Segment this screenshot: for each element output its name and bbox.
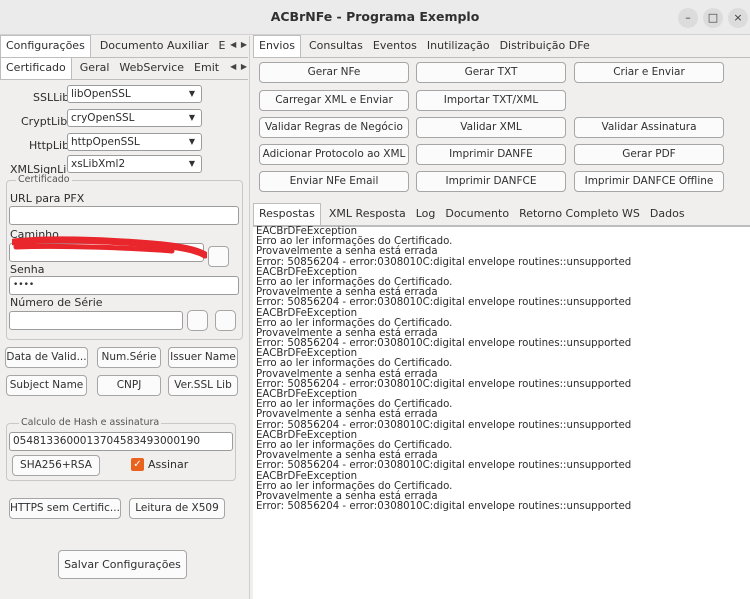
cryptlib-value: cryOpenSSL <box>71 112 135 124</box>
chevron-down-icon: ▼ <box>188 89 195 98</box>
httplib-value: httpOpenSSL <box>71 136 140 148</box>
criar-enviar-button[interactable]: Criar e Enviar <box>574 62 724 83</box>
minimize-button[interactable]: – <box>678 8 698 28</box>
ssllib-select[interactable]: libOpenSSL ▼ <box>67 85 202 103</box>
url-pfx-input[interactable] <box>9 206 239 225</box>
gerar-pdf-button[interactable]: Gerar PDF <box>574 144 724 165</box>
cryptlib-select[interactable]: cryOpenSSL ▼ <box>67 109 202 127</box>
tab-configuracoes[interactable]: Configurações <box>0 35 91 57</box>
tab-documento-auxiliar[interactable]: Documento Auxiliar <box>95 36 214 57</box>
httplib-select[interactable]: httpOpenSSL ▼ <box>67 133 202 151</box>
subject-name-button[interactable]: Subject Name <box>6 375 87 396</box>
tab-inutilizacao[interactable]: Inutilização <box>422 36 495 57</box>
redaction-scribble <box>12 236 207 259</box>
window-title: ACBrNFe - Programa Exemplo <box>270 9 480 24</box>
log-line: Error: 50856204 - error:0308010C:digital… <box>256 460 632 472</box>
url-pfx-label: URL para PFX <box>10 192 85 205</box>
assinar-label: Assinar <box>148 458 189 471</box>
num-serie-button[interactable]: Num.Série <box>97 347 161 368</box>
data-validade-button[interactable]: Data de Valid... <box>5 347 88 368</box>
tab-scroll-arrows-icon[interactable]: ◀ ▶ <box>230 40 248 49</box>
tab-retorno-completo-ws[interactable]: Retorno Completo WS <box>514 204 645 225</box>
log-line: Error: 50856204 - error:0308010C:digital… <box>256 501 632 513</box>
imprimir-danfce-offline-button[interactable]: Imprimir DANFCE Offline <box>574 171 724 192</box>
gerar-txt-button[interactable]: Gerar TXT <box>416 62 566 83</box>
ssllib-label: SSLLib <box>33 91 70 104</box>
hash-input[interactable]: 05481336000137045834930001​90 <box>9 432 233 451</box>
right-tab-bar: Envios Consultas Eventos Inutilização Di… <box>253 35 750 58</box>
senha-input[interactable]: •••• <box>9 276 239 295</box>
ver-ssl-lib-button[interactable]: Ver.SSL Lib <box>168 375 238 396</box>
validar-xml-button[interactable]: Validar XML <box>416 117 566 138</box>
validar-assinatura-button[interactable]: Validar Assinatura <box>574 117 724 138</box>
importar-txt-xml-button[interactable]: Importar TXT/XML <box>416 90 566 111</box>
numero-serie-label: Número de Série <box>10 296 103 309</box>
https-sem-certificado-button[interactable]: HTTPS sem Certific... <box>9 498 121 519</box>
senha-label: Senha <box>10 263 45 276</box>
tab-truncated[interactable]: E <box>213 36 230 57</box>
hash-group-title: Calculo de Hash e assinatura <box>19 417 162 428</box>
tab-consultas[interactable]: Consultas <box>304 36 368 57</box>
title-bar: ACBrNFe - Programa Exemplo – □ × <box>0 0 750 35</box>
tab-distribuicao-dfe[interactable]: Distribuição DFe <box>495 36 595 57</box>
subtab-webservice[interactable]: WebService <box>114 58 189 79</box>
numero-serie-input[interactable] <box>9 311 183 330</box>
tab-log[interactable]: Log <box>411 204 441 225</box>
tab-documento[interactable]: Documento <box>440 204 514 225</box>
issuer-name-button[interactable]: Issuer Name <box>168 347 238 368</box>
imprimir-danfe-button[interactable]: Imprimir DANFE <box>416 144 566 165</box>
left-subtab-bar: Certificado Geral WebService Emit ◀ ▶ <box>0 57 248 80</box>
leitura-x509-button[interactable]: Leitura de X509 <box>129 498 225 519</box>
gerar-nfe-button[interactable]: Gerar NFe <box>259 62 409 83</box>
tab-envios[interactable]: Envios <box>253 35 301 57</box>
subtab-geral[interactable]: Geral <box>75 58 115 79</box>
app-window: ACBrNFe - Programa Exemplo – □ × Configu… <box>0 0 750 599</box>
chevron-down-icon: ▼ <box>188 113 195 122</box>
sha256-rsa-button[interactable]: SHA256+RSA <box>12 455 100 476</box>
close-button[interactable]: × <box>728 8 748 28</box>
certificado-group-title: Certificado <box>16 174 72 185</box>
list-certificates-button[interactable] <box>215 310 236 331</box>
xmlsignlib-select[interactable]: xsLibXml2 ▼ <box>67 155 202 173</box>
httplib-label: HttpLib <box>29 139 70 152</box>
cryptlib-label: CryptLib <box>21 115 68 128</box>
validar-regras-negocio-button[interactable]: Validar Regras de Negócio <box>259 117 409 138</box>
cnpj-button[interactable]: CNPJ <box>97 375 161 396</box>
maximize-button[interactable]: □ <box>703 8 723 28</box>
assinar-checkbox[interactable]: ✓ <box>131 458 144 471</box>
carregar-xml-enviar-button[interactable]: Carregar XML e Enviar <box>259 90 409 111</box>
tab-eventos[interactable]: Eventos <box>368 36 422 57</box>
imprimir-danfce-button[interactable]: Imprimir DANFCE <box>416 171 566 192</box>
ssllib-value: libOpenSSL <box>71 88 131 100</box>
chevron-down-icon: ▼ <box>188 159 195 168</box>
xmlsignlib-value: xsLibXml2 <box>71 158 126 170</box>
tab-xml-resposta[interactable]: XML Resposta <box>324 204 411 225</box>
subtab-scroll-arrows-icon[interactable]: ◀ ▶ <box>230 62 248 71</box>
subtab-emit[interactable]: Emit <box>189 58 224 79</box>
panel-divider[interactable] <box>249 36 250 599</box>
salvar-configuracoes-button[interactable]: Salvar Configurações <box>58 550 187 579</box>
result-tab-bar: Respostas XML Resposta Log Documento Ret… <box>253 203 750 226</box>
tab-respostas[interactable]: Respostas <box>253 203 321 225</box>
tab-dados[interactable]: Dados <box>645 204 690 225</box>
respostas-text-area[interactable]: EACBrDFeException Erro ao ler informações… <box>253 226 750 599</box>
select-certificate-button[interactable] <box>187 310 208 331</box>
subtab-certificado[interactable]: Certificado <box>0 57 72 79</box>
enviar-nfe-email-button[interactable]: Enviar NFe Email <box>259 171 409 192</box>
left-tab-bar: Configurações Documento Auxiliar E ◀ ▶ <box>0 35 248 58</box>
log-lines-container: EACBrDFeException Erro ao ler informações… <box>253 226 750 513</box>
chevron-down-icon: ▼ <box>188 137 195 146</box>
adicionar-protocolo-button[interactable]: Adicionar Protocolo ao XML <box>259 144 409 165</box>
log-line: Error: 50856204 - error:0308010C:digital… <box>256 297 632 309</box>
browse-file-button[interactable] <box>208 246 229 267</box>
